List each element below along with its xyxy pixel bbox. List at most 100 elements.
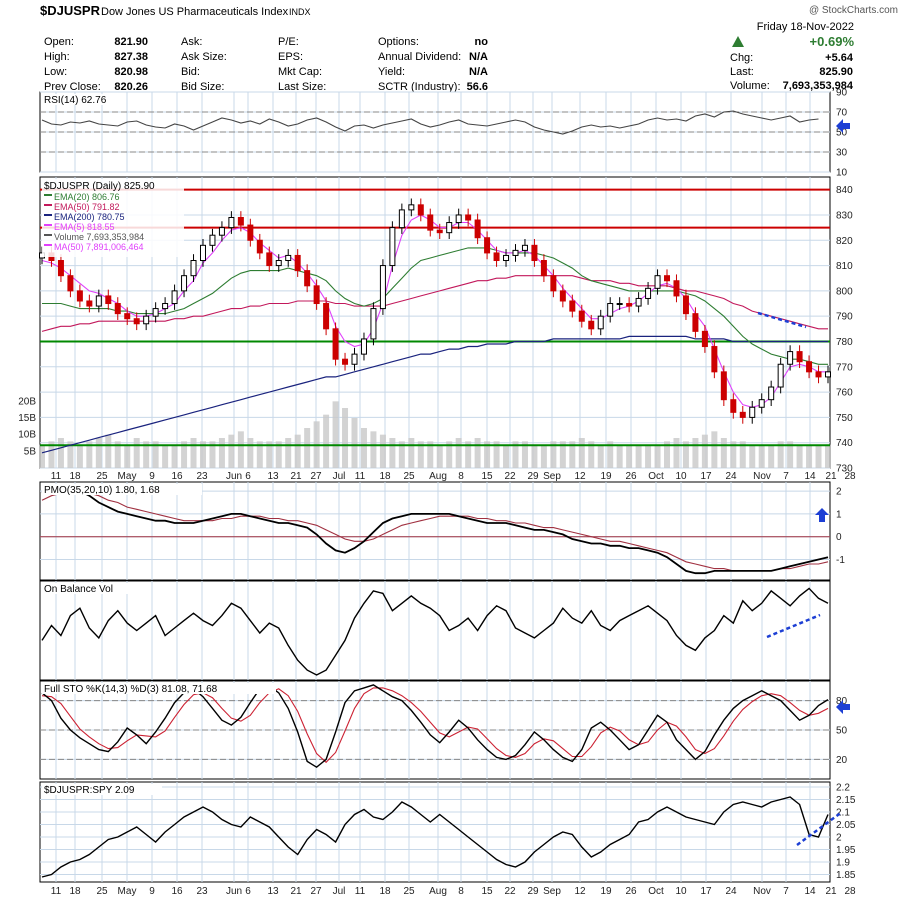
volume-bar xyxy=(758,444,765,468)
volume-bar xyxy=(124,444,131,468)
candle-body xyxy=(654,275,661,289)
candle-body xyxy=(360,338,367,355)
volume-bar xyxy=(57,438,64,468)
candle-body xyxy=(133,318,140,325)
y-tick-label: 1 xyxy=(836,509,842,520)
fundamental-label: P/E: xyxy=(278,36,299,48)
fundamental-label: Mkt Cap: xyxy=(278,66,322,78)
candle-body xyxy=(455,214,462,224)
quote-label: Open: xyxy=(44,36,74,48)
legend-entry: EMA(50) 791.82 xyxy=(54,202,120,212)
candle-body xyxy=(768,386,775,401)
y-tick-label: 2.1 xyxy=(836,808,850,819)
quote-value: 827.38 xyxy=(114,51,148,63)
candle-body xyxy=(275,260,282,267)
candle-body xyxy=(181,275,188,292)
x-tick-label: 14 xyxy=(804,886,816,897)
candle-body xyxy=(806,361,813,373)
volume-bar xyxy=(673,438,680,468)
volume-bar xyxy=(76,444,83,468)
x-tick-label: May xyxy=(118,471,137,482)
volume-bar xyxy=(370,431,377,468)
x-tick-label: Sep xyxy=(543,471,561,482)
y-tick-label: 10 xyxy=(836,168,848,179)
x-tick-label: Jul xyxy=(333,471,346,482)
x-tick-label: 18 xyxy=(69,886,81,897)
candle-body xyxy=(114,303,121,315)
y-tick-label: 780 xyxy=(836,337,853,348)
volume-bar xyxy=(531,444,538,468)
volume-bar xyxy=(190,438,197,468)
x-tick-label: 11 xyxy=(355,471,366,482)
volume-bar xyxy=(332,401,339,468)
candle-body xyxy=(484,237,491,254)
y-tick-label: 50 xyxy=(836,726,848,737)
x-tick-label: Aug xyxy=(429,886,447,897)
candle-body xyxy=(67,275,74,292)
stochastic-panel: 805020Full STO %K(14,3) %D(3) 81.08, 71.… xyxy=(39,680,850,780)
x-tick-label: 21 xyxy=(290,471,302,482)
candle-body xyxy=(124,313,131,320)
quote-value: 820.98 xyxy=(114,66,148,78)
candle-body xyxy=(247,224,254,241)
x-tick-label: 11 xyxy=(355,886,366,897)
x-tick-label: Sep xyxy=(543,886,561,897)
volume-bar xyxy=(597,444,604,468)
fundamental-label: Last Size: xyxy=(278,81,326,93)
candle-body xyxy=(531,244,538,262)
legend-entry: EMA(5) 818.55 xyxy=(54,222,115,232)
candle-body xyxy=(143,315,150,325)
candle-body xyxy=(550,275,557,292)
x-tick-label: May xyxy=(118,886,137,897)
volume-bar xyxy=(616,444,623,468)
candle-body xyxy=(342,358,349,365)
x-tick-label: Nov xyxy=(753,471,771,482)
candle-body xyxy=(417,204,424,216)
y-tick-label: 1.9 xyxy=(836,858,850,869)
x-tick-label: 28 xyxy=(844,471,856,482)
y-tick-label: 2.05 xyxy=(836,820,856,831)
volume-bar xyxy=(645,444,652,468)
x-tick-label: 6 xyxy=(245,471,251,482)
candle-body xyxy=(521,244,528,251)
volume-bar xyxy=(133,438,140,468)
x-tick-label: 21 xyxy=(290,886,302,897)
quote-value: 821.90 xyxy=(114,36,148,48)
change-percent: +0.69% xyxy=(810,34,855,49)
volume-bar xyxy=(162,444,169,468)
candle-body xyxy=(730,399,737,413)
legend-swatch xyxy=(44,244,52,246)
candle-body xyxy=(512,249,519,256)
x-tick-label: 12 xyxy=(574,886,586,897)
candle-body xyxy=(787,351,794,365)
panel-title: PMO(35,20,10) 1.80, 1.68 xyxy=(44,485,160,496)
rsi-panel: 9070503010RSI(14) 62.76 xyxy=(39,88,850,179)
x-tick-label: 17 xyxy=(700,471,712,482)
volume-bar xyxy=(285,438,292,468)
y-tick-label: 840 xyxy=(836,185,853,196)
volume-label: Volume: xyxy=(730,80,770,92)
candle-body xyxy=(408,204,415,211)
candle-body xyxy=(313,285,320,305)
candle-body xyxy=(370,308,377,340)
volume-bar xyxy=(408,438,415,468)
y-tick-label: 770 xyxy=(836,362,853,373)
x-tick-label: Jun xyxy=(226,471,242,482)
x-tick-label: 9 xyxy=(149,471,155,482)
panel-title: On Balance Vol xyxy=(44,584,113,595)
x-tick-label: 26 xyxy=(625,886,637,897)
x-tick-label: 16 xyxy=(171,886,183,897)
volume-bar xyxy=(360,428,367,468)
chg-label: Chg: xyxy=(730,52,753,64)
y-tick-label: 20 xyxy=(836,755,848,766)
last-value: 825.90 xyxy=(819,66,853,78)
quote-grid: Open: 821.90 Ask: P/E: Options: no High: 827.38… xyxy=(44,36,488,93)
x-tick-label: 15 xyxy=(481,471,493,482)
pmo-panel: 2 1 0 -1 PMO(35,20,10) 1.80, 1.68 xyxy=(39,481,845,581)
candle-body xyxy=(86,300,93,307)
candle-body xyxy=(105,295,112,305)
quote-label: Prev Close: xyxy=(44,81,101,93)
x-tick-label: 17 xyxy=(700,886,712,897)
y-tick-label: 2 xyxy=(836,487,842,498)
y-tick-label: 750 xyxy=(836,413,853,424)
